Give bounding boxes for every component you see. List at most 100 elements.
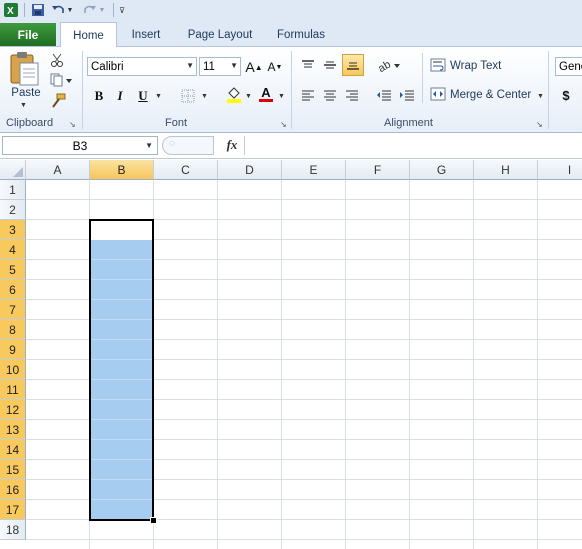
row-header-10[interactable]: 10	[0, 360, 26, 380]
gridline-vertical	[281, 180, 282, 549]
font-name-value: Calibri	[91, 60, 124, 73]
alignment-launcher-icon[interactable]: ↘	[536, 120, 543, 129]
column-header-a[interactable]: A	[26, 160, 90, 180]
insert-function-button[interactable]: fx	[222, 137, 242, 155]
increase-indent-icon[interactable]	[397, 85, 417, 105]
borders-icon[interactable]	[178, 86, 198, 106]
save-icon[interactable]	[30, 2, 46, 18]
grow-font-button[interactable]: A ▲	[245, 57, 263, 77]
row-header-14[interactable]: 14	[0, 440, 26, 460]
wrap-text-button[interactable]: Wrap Text	[450, 60, 501, 72]
align-left-icon[interactable]	[298, 85, 318, 105]
shrink-font-letter: A	[267, 60, 276, 74]
customize-qat-icon[interactable]: ⊽	[117, 2, 127, 18]
currency-button[interactable]: $	[558, 85, 574, 105]
fill-color-dropdown-icon[interactable]: ▼	[245, 93, 252, 100]
row-header-1[interactable]: 1	[0, 180, 26, 200]
formula-bar-divider[interactable]: ◌	[162, 136, 214, 155]
group-separator	[291, 51, 292, 129]
tab-home[interactable]: Home	[60, 22, 117, 48]
undo-dropdown-icon[interactable]: ▼	[66, 2, 74, 18]
shrink-font-button[interactable]: A ▼	[266, 57, 284, 77]
worksheet-grid[interactable]: ABCDEFGHI 1 2 3 4 5 6 7 8 9 10 11 12 13 14 15 16 17 18	[0, 160, 582, 549]
paste-button[interactable]: Paste	[8, 87, 44, 101]
row-header-5[interactable]: 5	[0, 260, 26, 280]
redo-icon[interactable]	[82, 2, 98, 18]
font-name-select[interactable]: Calibri ▼	[87, 57, 197, 76]
tab-page-layout[interactable]: Page Layout	[182, 24, 258, 46]
quick-access-toolbar: X ▼ ▼ ⊽	[0, 0, 582, 20]
align-middle-icon[interactable]	[320, 55, 340, 75]
row-header-13[interactable]: 13	[0, 420, 26, 440]
column-header-f[interactable]: F	[346, 160, 410, 180]
number-format-value: Gene	[559, 60, 582, 73]
row-header-12[interactable]: 12	[0, 400, 26, 420]
clipboard-launcher-icon[interactable]: ↘	[69, 120, 76, 129]
borders-dropdown-icon[interactable]: ▼	[201, 93, 208, 100]
column-header-d[interactable]: D	[218, 160, 282, 180]
format-painter-icon[interactable]	[48, 91, 68, 111]
align-top-icon[interactable]	[298, 55, 318, 75]
number-format-select[interactable]: Gene	[555, 57, 582, 76]
font-size-select[interactable]: 11 ▼	[199, 57, 241, 76]
shrink-arrow-icon: ▼	[275, 63, 283, 71]
formula-input[interactable]	[244, 136, 582, 155]
underline-dropdown-icon[interactable]: ▼	[155, 93, 162, 100]
row-header-7[interactable]: 7	[0, 300, 26, 320]
row-header-18[interactable]: 18	[0, 520, 26, 540]
paste-dropdown-icon[interactable]: ▼	[20, 102, 27, 109]
column-header-e[interactable]: E	[282, 160, 346, 180]
gridline-horizontal	[26, 199, 582, 200]
align-center-icon[interactable]	[320, 85, 340, 105]
tab-file[interactable]: File	[0, 23, 56, 46]
font-color-button[interactable]: A	[256, 84, 276, 104]
fill-handle[interactable]	[150, 517, 157, 524]
row-header-6[interactable]: 6	[0, 280, 26, 300]
row-header-11[interactable]: 11	[0, 380, 26, 400]
tab-insert[interactable]: Insert	[124, 24, 168, 46]
row-header-17[interactable]: 17	[0, 500, 26, 520]
copy-icon[interactable]	[48, 70, 74, 90]
row-header-4[interactable]: 4	[0, 240, 26, 260]
font-launcher-icon[interactable]: ↘	[280, 120, 287, 129]
row-header-2[interactable]: 2	[0, 200, 26, 220]
ribbon-home: Paste ▼ Clipboard ↘ Calibri ▼ 11 ▼ A ▲ A ▼…	[0, 47, 582, 133]
font-color-swatch	[259, 99, 273, 102]
merge-dropdown-icon[interactable]: ▼	[537, 93, 544, 100]
select-all-corner[interactable]	[0, 160, 26, 180]
column-header-i[interactable]: I	[538, 160, 582, 180]
column-header-g[interactable]: G	[410, 160, 474, 180]
row-header-3[interactable]: 3	[0, 220, 26, 240]
tab-formulas[interactable]: Formulas	[270, 24, 332, 46]
merge-center-icon[interactable]	[430, 87, 448, 103]
chevron-down-icon: ▼	[186, 61, 194, 70]
italic-button[interactable]: I	[111, 86, 129, 106]
chevron-down-icon: ▼	[145, 141, 153, 150]
align-bottom-icon[interactable]	[342, 54, 364, 76]
name-box[interactable]: B3 ▼	[2, 136, 158, 155]
column-header-b[interactable]: B	[90, 160, 154, 180]
gridline-vertical	[217, 180, 218, 549]
fill-color-icon[interactable]	[224, 84, 244, 104]
column-header-c[interactable]: C	[154, 160, 218, 180]
align-right-icon[interactable]	[342, 85, 362, 105]
group-separator	[82, 51, 83, 129]
row-header-16[interactable]: 16	[0, 480, 26, 500]
svg-text:ab: ab	[378, 59, 393, 72]
paste-icon[interactable]	[8, 51, 42, 87]
wrap-text-icon[interactable]	[430, 58, 448, 74]
bold-button[interactable]: B	[90, 86, 108, 106]
merge-center-button[interactable]: Merge & Center	[450, 89, 531, 101]
column-header-h[interactable]: H	[474, 160, 538, 180]
underline-button[interactable]: U	[134, 86, 152, 106]
redo-dropdown-icon[interactable]: ▼	[98, 2, 106, 18]
row-header-9[interactable]: 9	[0, 340, 26, 360]
undo-icon[interactable]	[50, 2, 66, 18]
decrease-indent-icon[interactable]	[374, 85, 394, 105]
row-header-8[interactable]: 8	[0, 320, 26, 340]
orientation-icon[interactable]: ab	[376, 55, 402, 75]
row-header-15[interactable]: 15	[0, 460, 26, 480]
font-color-dropdown-icon[interactable]: ▼	[278, 93, 285, 100]
cut-icon[interactable]	[48, 50, 66, 70]
alignment-inner-separator	[422, 53, 423, 103]
